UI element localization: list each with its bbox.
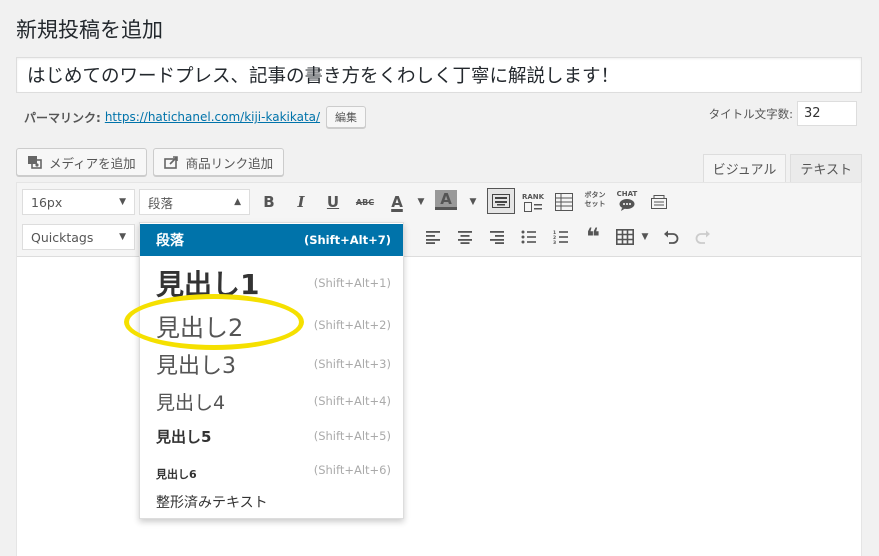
format-option-shortcut: (Shift+Alt+2): [313, 318, 391, 332]
align-center-icon[interactable]: [453, 225, 477, 249]
rank-icon[interactable]: RANK: [521, 190, 545, 214]
quicktags-value: Quicktags: [31, 229, 94, 245]
blockquote-icon[interactable]: ❝: [581, 223, 605, 251]
undo-icon[interactable]: [659, 225, 683, 249]
quicktags-select[interactable]: Quicktags ▼: [22, 224, 135, 250]
editor-mode-tabs: ビジュアル テキスト: [702, 154, 862, 182]
tab-visual[interactable]: ビジュアル: [702, 154, 787, 182]
format-option-label: 見出し1: [156, 268, 260, 301]
font-size-select[interactable]: 16px ▼: [22, 189, 135, 215]
media-icon: [27, 155, 43, 169]
format-option-shortcut: (Shift+Alt+1): [313, 276, 391, 290]
permalink-label: パーマリンク:: [24, 110, 101, 125]
format-option-heading-5[interactable]: 見出し5 (Shift+Alt+5): [140, 419, 403, 453]
text-color-icon[interactable]: A: [385, 190, 409, 214]
chevron-down-icon: ▼: [119, 232, 126, 242]
format-option-shortcut: (Shift+Alt+6): [313, 463, 391, 477]
strikethrough-icon[interactable]: ABC: [353, 190, 377, 214]
format-option-label: 見出し3: [156, 354, 236, 379]
title-count-label: タイトル文字数:: [708, 106, 793, 121]
format-option-shortcut: (Shift+Alt+5): [313, 429, 391, 443]
format-option-label: 段落: [156, 233, 184, 249]
button-set-icon[interactable]: ボタン セット: [583, 188, 607, 212]
format-option-label: 見出し2: [156, 313, 244, 342]
permalink-edit-button[interactable]: 編集: [326, 106, 367, 128]
format-option-heading-3[interactable]: 見出し3 (Shift+Alt+3): [140, 345, 403, 383]
format-select[interactable]: 段落 ▲: [139, 189, 250, 215]
chevron-down-icon: ▼: [119, 197, 126, 207]
title-count: タイトル文字数: 32: [709, 101, 857, 126]
align-right-icon[interactable]: [485, 225, 509, 249]
format-option-heading-1[interactable]: 見出し1 (Shift+Alt+1): [140, 261, 403, 305]
chevron-down-icon[interactable]: ▼: [461, 190, 485, 214]
format-option-label: 見出し4: [156, 391, 226, 414]
redo-icon[interactable]: [691, 225, 715, 249]
add-media-label: メディアを追加: [49, 155, 136, 171]
format-option-label: 見出し5: [156, 427, 212, 446]
post-title-field[interactable]: [16, 57, 862, 93]
table-list-icon[interactable]: [552, 190, 576, 214]
permalink-url-link[interactable]: https://hatichanel.com/kiji-kakikata/: [105, 110, 320, 124]
button-set-label-2: セット: [584, 200, 606, 208]
format-option-preformatted[interactable]: 整形済みテキスト: [140, 485, 403, 519]
add-product-link-button[interactable]: 商品リンク追加: [152, 148, 285, 176]
bullet-list-icon[interactable]: [517, 225, 541, 249]
keyboard-icon[interactable]: [487, 188, 515, 214]
button-set-label-1: ボタン: [584, 191, 606, 199]
underline-icon[interactable]: U: [321, 190, 345, 214]
template-icon[interactable]: [647, 190, 671, 214]
chat-icon[interactable]: CHAT: [615, 188, 639, 212]
font-size-value: 16px: [31, 194, 63, 210]
svg-text:3: 3: [553, 240, 556, 244]
format-option-shortcut: (Shift+Alt+3): [313, 357, 391, 371]
background-color-icon[interactable]: A: [435, 190, 457, 210]
format-option-heading-4[interactable]: 見出し4 (Shift+Alt+4): [140, 383, 403, 419]
add-media-button[interactable]: メディアを追加: [16, 148, 147, 176]
page-title: 新規投稿を追加: [16, 18, 163, 42]
share-icon: [163, 155, 180, 169]
italic-icon[interactable]: I: [289, 190, 313, 214]
media-buttons: メディアを追加 商品リンク追加: [16, 148, 285, 176]
chevron-up-icon: ▲: [234, 197, 241, 207]
bold-icon[interactable]: B: [257, 190, 281, 214]
permalink-row: パーマリンク: https://hatichanel.com/kiji-kaki…: [24, 106, 367, 128]
format-option-shortcut: (Shift+Alt+7): [303, 233, 391, 247]
chevron-down-icon[interactable]: ▼: [633, 225, 657, 249]
format-option-label: 見出し6: [156, 468, 197, 481]
format-option-shortcut: (Shift+Alt+4): [313, 394, 391, 408]
title-count-value: 32: [797, 101, 857, 126]
tab-text[interactable]: テキスト: [790, 154, 862, 182]
format-option-heading-2[interactable]: 見出し2 (Shift+Alt+2): [140, 305, 403, 345]
format-dropdown-menu: 段落 (Shift+Alt+7) 見出し1 (Shift+Alt+1) 見出し2…: [139, 222, 404, 519]
format-select-value: 段落: [148, 195, 174, 211]
add-product-link-label: 商品リンク追加: [185, 155, 274, 171]
post-title-input[interactable]: [17, 58, 861, 92]
format-option-heading-6[interactable]: 見出し6 (Shift+Alt+6): [140, 453, 403, 487]
align-left-icon[interactable]: [421, 225, 445, 249]
rank-label: RANK: [521, 192, 545, 201]
chat-label: CHAT: [616, 189, 638, 198]
format-option-label: 整形済みテキスト: [156, 495, 268, 511]
chevron-down-icon[interactable]: ▼: [409, 190, 433, 214]
numbered-list-icon[interactable]: 123: [549, 225, 573, 249]
format-option-paragraph[interactable]: 段落 (Shift+Alt+7): [140, 224, 403, 256]
